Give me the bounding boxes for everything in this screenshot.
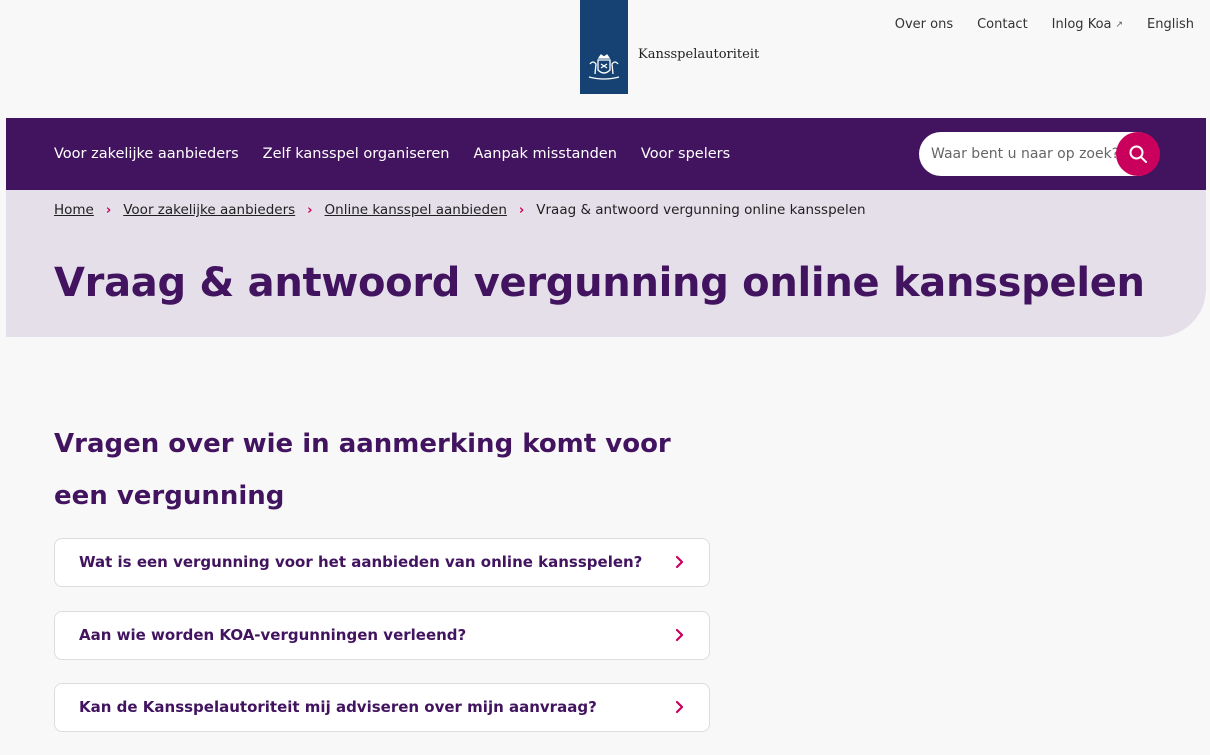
util-link-contact[interactable]: Contact bbox=[977, 17, 1028, 32]
nav-item-abuse[interactable]: Aanpak misstanden bbox=[473, 146, 616, 162]
util-link-label: English bbox=[1147, 17, 1194, 32]
breadcrumb-online[interactable]: Online kansspel aanbieden bbox=[325, 202, 507, 218]
breadcrumb-business[interactable]: Voor zakelijke aanbieders bbox=[123, 202, 295, 218]
section-title: Vragen over wie in aanmerking komt voor … bbox=[54, 429, 671, 511]
logo-emblem[interactable] bbox=[580, 0, 628, 94]
util-link-english[interactable]: English bbox=[1147, 17, 1194, 32]
page-header: Home › Voor zakelijke aanbieders › Onlin… bbox=[6, 190, 1206, 337]
search-button[interactable] bbox=[1116, 132, 1160, 176]
utility-nav: Over ons Contact Inlog Koa ↗ English bbox=[895, 17, 1194, 32]
faq-item[interactable]: Kan de Kansspelautoriteit mij adviseren … bbox=[54, 683, 710, 732]
breadcrumb: Home › Voor zakelijke aanbieders › Onlin… bbox=[54, 202, 866, 218]
util-link-about[interactable]: Over ons bbox=[895, 17, 953, 32]
chevron-right-icon: › bbox=[105, 202, 112, 218]
nav-item-organize[interactable]: Zelf kansspel organiseren bbox=[263, 146, 450, 162]
search-icon bbox=[1129, 145, 1147, 163]
faq-question: Kan de Kansspelautoriteit mij adviseren … bbox=[79, 698, 597, 716]
external-link-icon: ↗ bbox=[1115, 19, 1124, 30]
chevron-right-icon: › bbox=[307, 202, 313, 218]
faq-question: Wat is een vergunning voor het aanbieden… bbox=[79, 553, 643, 571]
nav-item-business[interactable]: Voor zakelijke aanbieders bbox=[54, 146, 239, 162]
chevron-right-icon bbox=[675, 628, 684, 642]
util-link-label: Over ons bbox=[894, 17, 954, 32]
faq-item[interactable]: Wat is een vergunning voor het aanbieden… bbox=[54, 538, 710, 587]
nav-item-players[interactable]: Voor spelers bbox=[641, 146, 730, 162]
chevron-right-icon: › bbox=[518, 202, 525, 218]
util-link-label: Contact bbox=[977, 17, 1028, 32]
chevron-right-icon bbox=[675, 700, 684, 714]
main-nav: Voor zakelijke aanbieders Zelf kansspel … bbox=[6, 118, 1206, 190]
page-title: Vraag & antwoord vergunning online kanss… bbox=[54, 260, 1145, 306]
brand-name[interactable]: Kansspelautoriteit bbox=[638, 47, 759, 62]
faq-question: Aan wie worden KOA-vergunningen verleend… bbox=[79, 626, 467, 644]
breadcrumb-current: Vraag & antwoord vergunning online kanss… bbox=[536, 202, 866, 218]
breadcrumb-home[interactable]: Home bbox=[54, 202, 94, 218]
util-link-login-koa[interactable]: Inlog Koa ↗ bbox=[1052, 17, 1123, 32]
faq-item[interactable]: Aan wie worden KOA-vergunningen verleend… bbox=[54, 611, 710, 660]
search-box bbox=[919, 132, 1160, 176]
search-input[interactable] bbox=[919, 132, 1119, 176]
chevron-right-icon bbox=[675, 555, 684, 569]
util-link-label: Inlog Koa bbox=[1051, 17, 1112, 32]
coat-of-arms-icon bbox=[588, 54, 620, 80]
